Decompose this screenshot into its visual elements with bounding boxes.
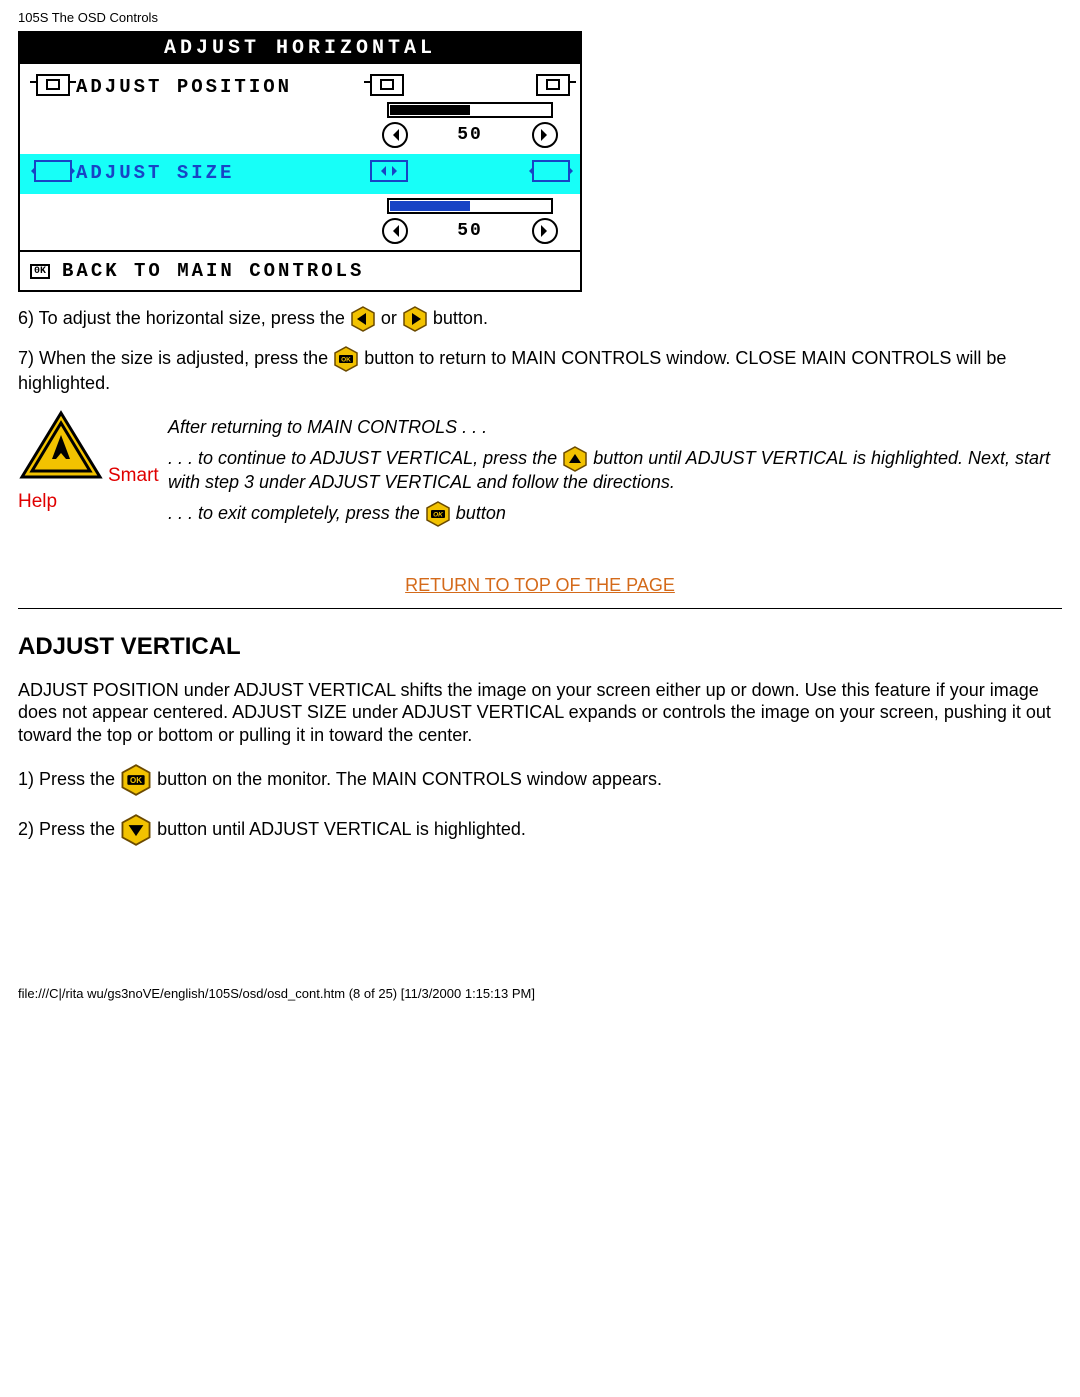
smarthelp-line3: . . . to exit completely, press the butt… bbox=[168, 501, 1062, 527]
size-gauge bbox=[387, 198, 553, 214]
position-row-icon bbox=[30, 74, 76, 96]
right-arrow-button-icon bbox=[402, 306, 428, 332]
step6-post: button. bbox=[433, 308, 488, 328]
return-to-top-link[interactable]: RETURN TO TOP OF THE PAGE bbox=[18, 575, 1062, 596]
smarthelp-line2: . . . to continue to ADJUST VERTICAL, pr… bbox=[168, 446, 1062, 493]
smart-help-block: Smart Help After returning to MAIN CONTR… bbox=[18, 409, 1062, 535]
step6-pre: 6) To adjust the horizontal size, press … bbox=[18, 308, 350, 328]
ok-box-icon: 0K bbox=[30, 264, 50, 279]
left-arrow-button-icon bbox=[350, 306, 376, 332]
osd-row-position: ADJUST POSITION 50 bbox=[20, 64, 580, 154]
osd-panel: ADJUST HORIZONTAL ADJUST POSITION 50 bbox=[18, 31, 582, 292]
adjust-vertical-desc: ADJUST POSITION under ADJUST VERTICAL sh… bbox=[18, 679, 1062, 747]
position-label: ADJUST POSITION bbox=[76, 74, 370, 98]
size-increment-icon bbox=[532, 218, 558, 244]
warning-icon bbox=[18, 409, 104, 483]
size-row-icon bbox=[30, 160, 76, 182]
section-divider bbox=[18, 608, 1062, 609]
page-header: 105S The OSD Controls bbox=[18, 10, 1062, 25]
position-left-icon bbox=[370, 74, 404, 96]
up-arrow-button-icon bbox=[562, 446, 588, 472]
osd-title: ADJUST HORIZONTAL bbox=[20, 33, 580, 64]
step6-mid: or bbox=[381, 308, 402, 328]
ok-button-icon bbox=[120, 764, 152, 796]
step-7: 7) When the size is adjusted, press the … bbox=[18, 346, 1062, 395]
adjust-vertical-heading: ADJUST VERTICAL bbox=[18, 633, 1062, 661]
size-expand-icon bbox=[532, 160, 570, 182]
size-value: 50 bbox=[457, 221, 483, 241]
step-6: 6) To adjust the horizontal size, press … bbox=[18, 306, 1062, 332]
av-step-1: 1) Press the button on the monitor. The … bbox=[18, 764, 1062, 796]
smart-label: Smart bbox=[108, 465, 159, 486]
help-label: Help bbox=[18, 491, 168, 513]
av-step-2: 2) Press the button until ADJUST VERTICA… bbox=[18, 814, 1062, 846]
smarthelp-line1: After returning to MAIN CONTROLS . . . bbox=[168, 417, 1062, 438]
ok-button-icon bbox=[333, 346, 359, 372]
position-value: 50 bbox=[457, 125, 483, 145]
position-right-icon bbox=[536, 74, 570, 96]
footer-path: file:///C|/rita wu/gs3noVE/english/105S/… bbox=[18, 986, 1062, 1001]
position-decrement-icon bbox=[382, 122, 408, 148]
position-increment-icon bbox=[532, 122, 558, 148]
osd-footer: 0K BACK TO MAIN CONTROLS bbox=[20, 252, 580, 290]
size-shrink-icon bbox=[370, 160, 408, 182]
osd-row-size: ADJUST SIZE 50 bbox=[20, 154, 580, 250]
down-arrow-button-icon bbox=[120, 814, 152, 846]
position-gauge bbox=[387, 102, 553, 118]
osd-footer-label: BACK TO MAIN CONTROLS bbox=[62, 260, 364, 282]
size-label: ADJUST SIZE bbox=[76, 160, 370, 184]
size-decrement-icon bbox=[382, 218, 408, 244]
ok-button-icon bbox=[425, 501, 451, 527]
step7-pre: 7) When the size is adjusted, press the bbox=[18, 348, 333, 368]
